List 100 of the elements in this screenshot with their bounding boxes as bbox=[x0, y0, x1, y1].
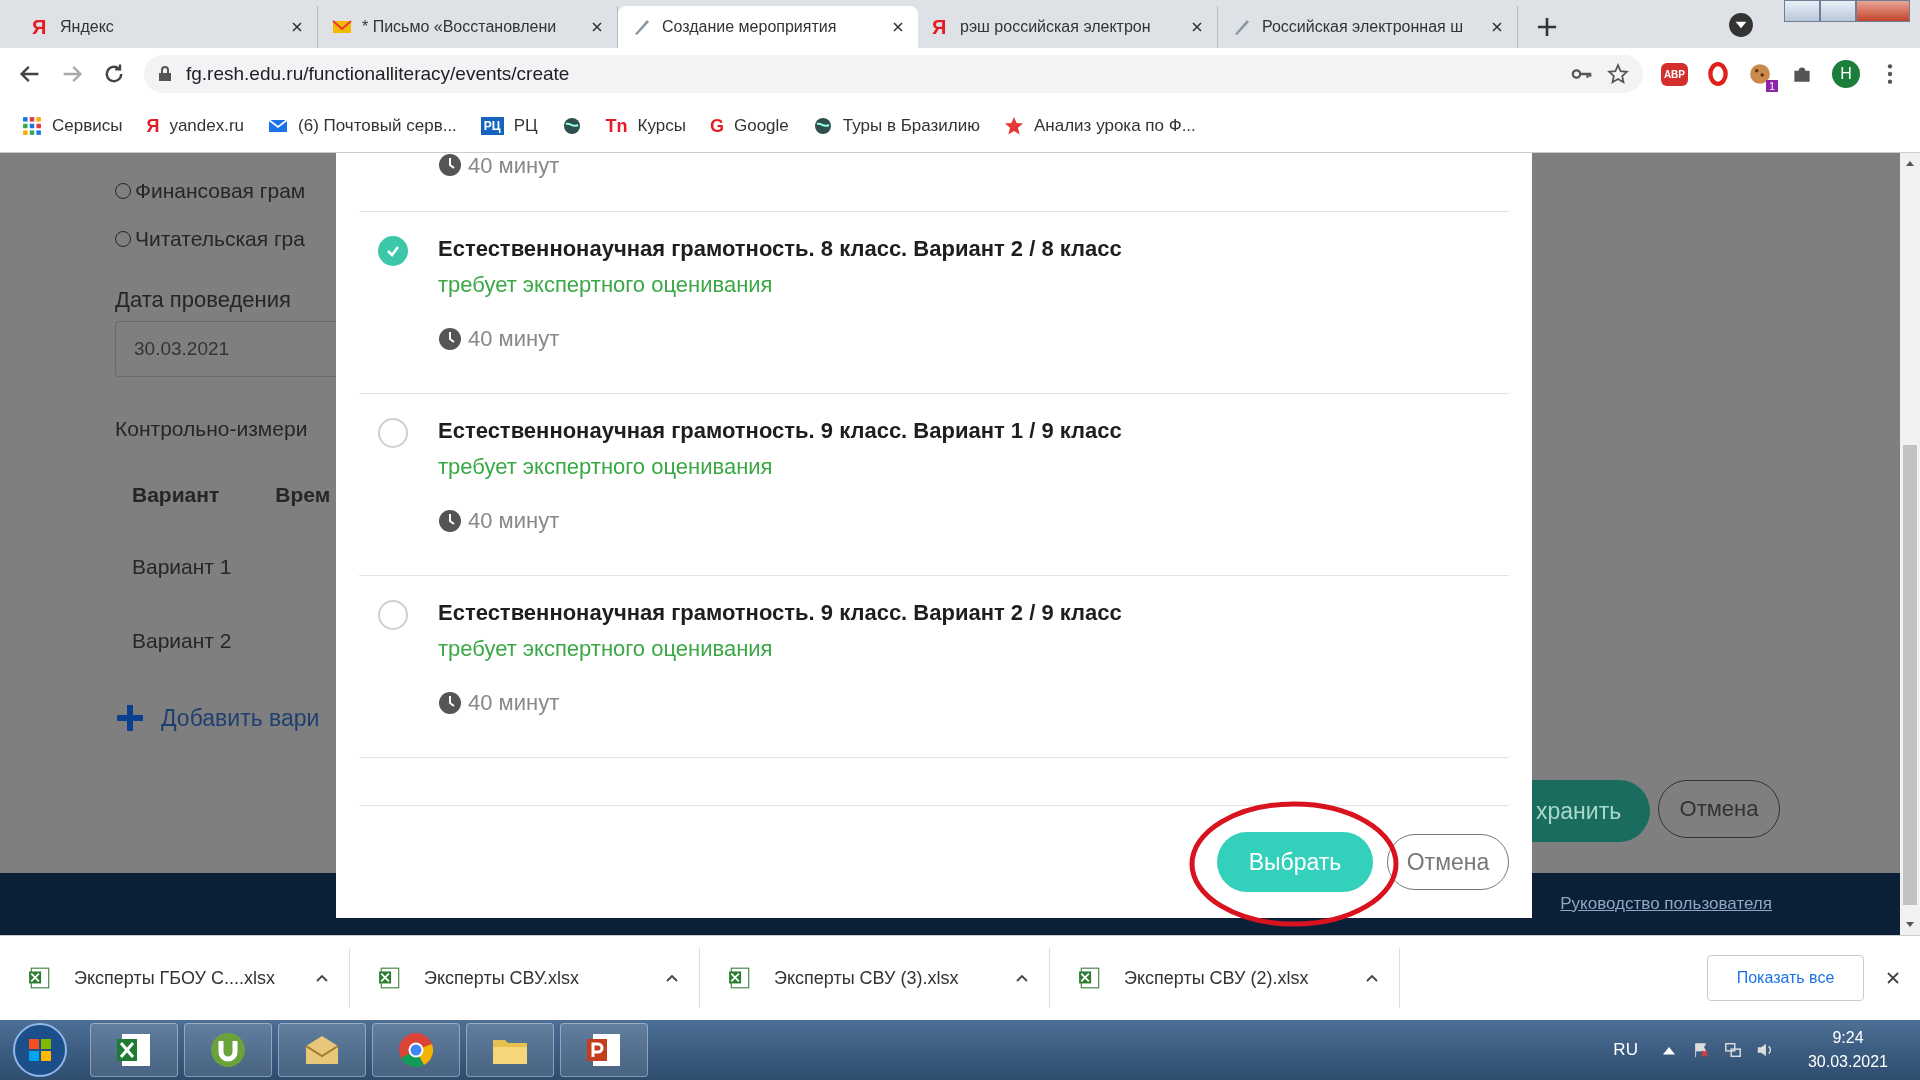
taskbar-app[interactable] bbox=[372, 1023, 460, 1077]
variant-option[interactable]: Естественнонаучная грамотность. 9 класс. Вариант 2 / 9 класс требует экспертного оценивания 40 минут bbox=[359, 576, 1509, 758]
radio-option[interactable]: Финансовая грам bbox=[115, 167, 336, 215]
column-header: Вариант bbox=[132, 483, 220, 507]
spreadsheet-icon bbox=[1078, 966, 1102, 990]
close-icon[interactable] bbox=[1886, 971, 1900, 985]
variant-title: Естественнонаучная грамотность. 9 класс. Вариант 1 / 9 класс bbox=[438, 418, 1122, 444]
pen-icon bbox=[1232, 17, 1252, 37]
download-item[interactable]: Эксперты СВУ (2).xlsx bbox=[1050, 948, 1400, 1008]
ring-icon[interactable] bbox=[1706, 62, 1730, 86]
pen-icon bbox=[632, 17, 652, 37]
taskbar-app[interactable] bbox=[278, 1023, 366, 1077]
bookmark[interactable]: G Google bbox=[709, 115, 789, 137]
spreadsheet-icon bbox=[378, 966, 402, 990]
logo-icon: Я bbox=[146, 115, 160, 137]
network-icon[interactable] bbox=[1723, 1041, 1742, 1059]
speaker-icon[interactable] bbox=[1755, 1041, 1774, 1059]
bookmark[interactable]: (6) Почтовый серв... bbox=[268, 116, 457, 136]
radio-button[interactable] bbox=[378, 418, 408, 448]
radio-option[interactable]: Читательская гра bbox=[115, 215, 336, 263]
caret-icon[interactable] bbox=[1365, 973, 1379, 983]
caret-icon[interactable] bbox=[1015, 973, 1029, 983]
taskbar-app[interactable] bbox=[560, 1023, 648, 1077]
clock[interactable]: 9:24 30.03.2021 bbox=[1807, 1026, 1888, 1074]
user-guide-link[interactable]: Руководство пользователя bbox=[1560, 894, 1772, 914]
radio-button[interactable] bbox=[378, 236, 408, 266]
table-cell-text: Вариант 2 bbox=[131, 629, 233, 653]
scroll-down-icon[interactable] bbox=[1905, 921, 1915, 929]
cancel-button[interactable]: Отмена bbox=[1387, 834, 1509, 890]
clock-icon bbox=[438, 327, 462, 351]
tab-title: рэш российская электрон bbox=[960, 18, 1152, 36]
download-item[interactable]: Эксперты ГБОУ С....xlsx bbox=[0, 948, 350, 1008]
caret-icon[interactable] bbox=[665, 973, 679, 983]
scrollbar[interactable] bbox=[1900, 153, 1920, 935]
taskbar-app[interactable] bbox=[466, 1023, 554, 1077]
date-label: Дата проведения bbox=[115, 287, 292, 313]
variant-option[interactable]: Естественнонаучная грамотность. 8 класс. Вариант 2 / 8 класс требует экспертного оценивания 40 минут bbox=[359, 212, 1509, 394]
language-indicator[interactable]: RU bbox=[1613, 1040, 1638, 1060]
yandex-icon: Я bbox=[932, 15, 950, 39]
taskbar-app[interactable] bbox=[184, 1023, 272, 1077]
lock-icon bbox=[158, 66, 172, 82]
star-icon[interactable] bbox=[1606, 63, 1629, 85]
globe-icon bbox=[561, 116, 582, 136]
variant-title: Естественнонаучная грамотность. 9 класс. Вариант 2 / 9 класс bbox=[438, 600, 1122, 626]
radio-button[interactable] bbox=[378, 600, 408, 630]
cookie-icon[interactable] bbox=[1748, 62, 1772, 86]
logo-icon: РЦ bbox=[480, 117, 504, 135]
bookmark[interactable]: Я yandex.ru bbox=[146, 115, 245, 137]
bookmark[interactable] bbox=[561, 116, 582, 136]
bookmark[interactable]: РЦ РЦ bbox=[480, 116, 538, 136]
close-icon[interactable] bbox=[291, 21, 303, 33]
variant-title: Естественнонаучная грамотность. 8 класс. Вариант 2 / 8 класс bbox=[438, 236, 1122, 262]
plus-icon bbox=[115, 703, 145, 733]
tab-title: * Письмо «Восстановлени bbox=[362, 18, 558, 36]
download-item[interactable]: Эксперты СВУ.xlsx bbox=[350, 948, 700, 1008]
extension-badge: 1 bbox=[1765, 80, 1778, 92]
duration-text: 40 минут bbox=[468, 326, 560, 352]
apps-grid-icon bbox=[22, 116, 42, 136]
yandex-icon: Я bbox=[32, 15, 50, 39]
bookmark[interactable]: Tn Курсы bbox=[605, 115, 686, 137]
close-icon[interactable] bbox=[892, 21, 904, 33]
window-controls[interactable] bbox=[1784, 0, 1910, 22]
bookmark[interactable]: Туры в Бразилию bbox=[812, 116, 980, 136]
clock-icon bbox=[438, 691, 462, 715]
duration-text: 40 минут bbox=[468, 690, 560, 716]
close-icon[interactable] bbox=[1191, 21, 1203, 33]
globe-icon bbox=[812, 116, 833, 136]
duration-text: 40 минут bbox=[468, 153, 560, 179]
logo-icon: Tn bbox=[605, 115, 628, 137]
scroll-up-icon[interactable] bbox=[1905, 159, 1915, 167]
tab-title: Яндекс bbox=[60, 18, 115, 36]
tab-title: Создание мероприятия bbox=[662, 18, 838, 36]
show-all-button[interactable]: Показать все bbox=[1707, 955, 1864, 1001]
bookmark[interactable]: Анализ урока по Ф... bbox=[1004, 116, 1196, 136]
spreadsheet-icon bbox=[28, 966, 52, 990]
browser-tab[interactable]: Создание мероприятия bbox=[618, 6, 918, 48]
expert-note: требует экспертного оценивания bbox=[438, 272, 774, 298]
logo-icon: G bbox=[709, 115, 724, 137]
tab-title: Российская электронная ш bbox=[1262, 18, 1464, 36]
close-icon[interactable] bbox=[591, 21, 603, 33]
star-icon bbox=[1004, 116, 1024, 136]
close-icon[interactable] bbox=[1491, 21, 1503, 33]
bookmark[interactable]: Сервисы bbox=[22, 116, 123, 136]
expert-note: требует экспертного оценивания bbox=[438, 636, 774, 662]
download-item[interactable]: Эксперты СВУ (3).xlsx bbox=[700, 948, 1050, 1008]
avatar[interactable]: Н bbox=[1832, 60, 1860, 88]
expert-note: требует экспертного оценивания bbox=[438, 454, 774, 480]
duration-text: 40 минут bbox=[468, 508, 560, 534]
table-cell-text: Вариант 1 bbox=[131, 555, 233, 579]
clock-icon bbox=[438, 509, 462, 533]
save-button[interactable]: хранить bbox=[1532, 780, 1650, 842]
start-button[interactable] bbox=[12, 1022, 68, 1078]
taskbar-app[interactable] bbox=[90, 1023, 178, 1077]
column-header: Врем bbox=[275, 483, 331, 507]
adblock-icon[interactable]: ABP bbox=[1660, 62, 1688, 86]
variant-option[interactable]: Естественнонаучная грамотность. 9 класс. Вариант 1 / 9 класс требует экспертного оценивания 40 минут bbox=[359, 394, 1509, 576]
torrent-icon bbox=[208, 1030, 248, 1070]
section-label: Контрольно-измери bbox=[115, 417, 309, 441]
caret-icon[interactable] bbox=[315, 973, 329, 983]
address-field[interactable]: fg.resh.edu.ru/functionalliteracy/events/create bbox=[144, 55, 1643, 93]
